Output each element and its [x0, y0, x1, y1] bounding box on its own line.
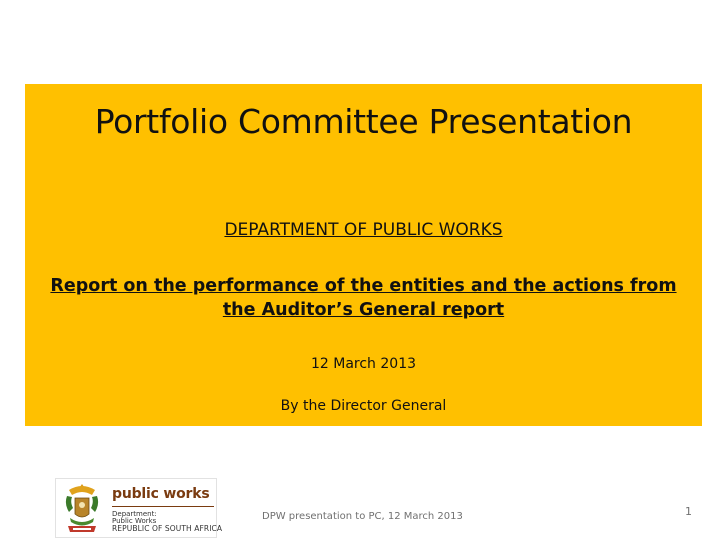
slide: Portfolio Committee Presentation DEPARTM…: [0, 0, 720, 540]
logo-title: public works: [112, 486, 210, 502]
presenter-byline: By the Director General: [280, 398, 447, 414]
slide-title: Portfolio Committee Presentation: [94, 102, 633, 141]
report-subtitle: Report on the performance of the entitie…: [35, 274, 692, 322]
logo-country: REPUBLIC OF SOUTH AFRICA: [112, 524, 223, 533]
coat-of-arms-icon: [65, 484, 99, 532]
footer-text: DPW presentation to PC, 12 March 2013: [262, 511, 463, 522]
presentation-date: 12 March 2013: [310, 356, 417, 372]
report-subtitle-line-1: Report on the performance of the entitie…: [50, 276, 677, 296]
department-heading: DEPARTMENT OF PUBLIC WORKS: [224, 220, 503, 240]
title-banner: Portfolio Committee Presentation DEPARTM…: [25, 84, 702, 426]
public-works-logo: public works Department: Public Works RE…: [55, 478, 222, 538]
logo-divider: [112, 506, 214, 507]
report-subtitle-line-2: the Auditor’s General report: [222, 300, 505, 320]
page-number: 1: [685, 505, 692, 518]
